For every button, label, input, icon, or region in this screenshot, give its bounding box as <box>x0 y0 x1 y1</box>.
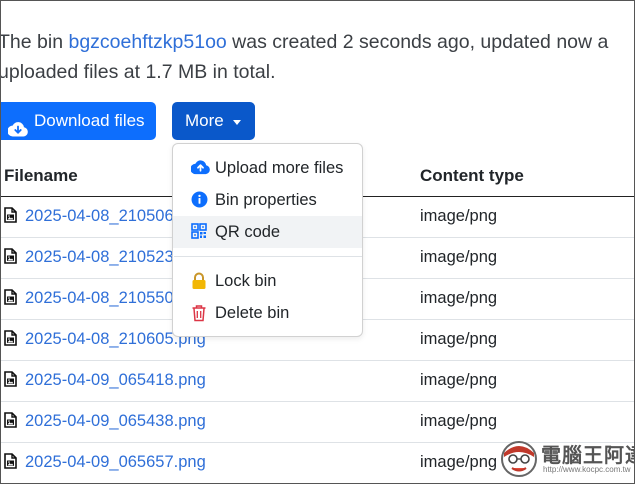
menu-item-bin-properties[interactable]: Bin properties <box>173 184 362 216</box>
content-type-cell: image/png <box>415 195 635 237</box>
caret-down-icon <box>232 119 241 125</box>
cloud-upload-icon <box>190 159 210 177</box>
download-files-button[interactable]: Download files <box>0 102 156 140</box>
table-row: 2025-04-09_065418.png image/png <box>0 359 635 401</box>
more-label: More <box>185 111 224 130</box>
file-link[interactable]: 2025-04-09_065438.png <box>25 412 206 430</box>
menu-divider <box>174 256 362 257</box>
file-image-icon <box>4 248 17 264</box>
menu-item-lock-bin[interactable]: Lock bin <box>173 265 362 297</box>
more-dropdown-button[interactable]: More <box>172 102 255 140</box>
content-type-cell: image/png <box>415 359 635 401</box>
filename-cell: 2025-04-09_065438.png <box>0 400 415 442</box>
file-image-icon <box>4 289 17 305</box>
watermark-text: 電腦王阿達 <box>541 443 635 467</box>
menu-item-upload-more-files[interactable]: Upload more files <box>173 152 362 184</box>
menu-item-delete-bin[interactable]: Delete bin <box>173 297 362 329</box>
content-type-cell: image/png <box>415 318 635 360</box>
mascot-logo <box>501 441 537 477</box>
site-watermark: 電腦王阿達 http://www.kocpc.com.tw <box>496 437 635 481</box>
bin-description-line1: The bin bgzcoehftzkp51oo was created 2 s… <box>0 31 609 53</box>
info-circle-icon <box>191 191 209 209</box>
download-files-label: Download files <box>34 111 145 130</box>
file-image-icon <box>4 330 17 346</box>
lock-icon <box>191 272 209 290</box>
filename-cell: 2025-04-09_065418.png <box>0 359 415 401</box>
watermark-url: http://www.kocpc.com.tw <box>543 465 631 474</box>
content-type-cell: image/png <box>415 277 635 319</box>
trash-icon <box>191 304 209 322</box>
content-type-header: Content type <box>415 156 635 197</box>
file-image-icon <box>4 453 17 470</box>
more-dropdown-menu: Upload more files Bin properties QR code… <box>172 143 363 337</box>
content-type-cell: image/png <box>415 236 635 278</box>
table-row: 2025-04-09_065438.png image/png <box>0 400 635 442</box>
file-link[interactable]: 2025-04-09_065657.png <box>25 453 206 471</box>
qr-code-icon <box>191 223 209 241</box>
cloud-download-icon <box>7 113 28 137</box>
file-image-icon <box>4 371 17 387</box>
file-link[interactable]: 2025-04-09_065418.png <box>25 371 206 389</box>
filename-cell: 2025-04-09_065657.png <box>0 441 415 483</box>
content-type-cell: image/png <box>415 400 635 442</box>
bin-description-line2: uploaded files at 1.7 MB in total. <box>0 61 276 83</box>
bin-description: The bin bgzcoehftzkp51oo was created 2 s… <box>0 27 635 87</box>
menu-item-qr-code[interactable]: QR code <box>173 216 362 248</box>
bin-id-link[interactable]: bgzcoehftzkp51oo <box>68 31 226 53</box>
file-image-icon <box>4 207 17 223</box>
file-image-icon <box>4 412 17 428</box>
